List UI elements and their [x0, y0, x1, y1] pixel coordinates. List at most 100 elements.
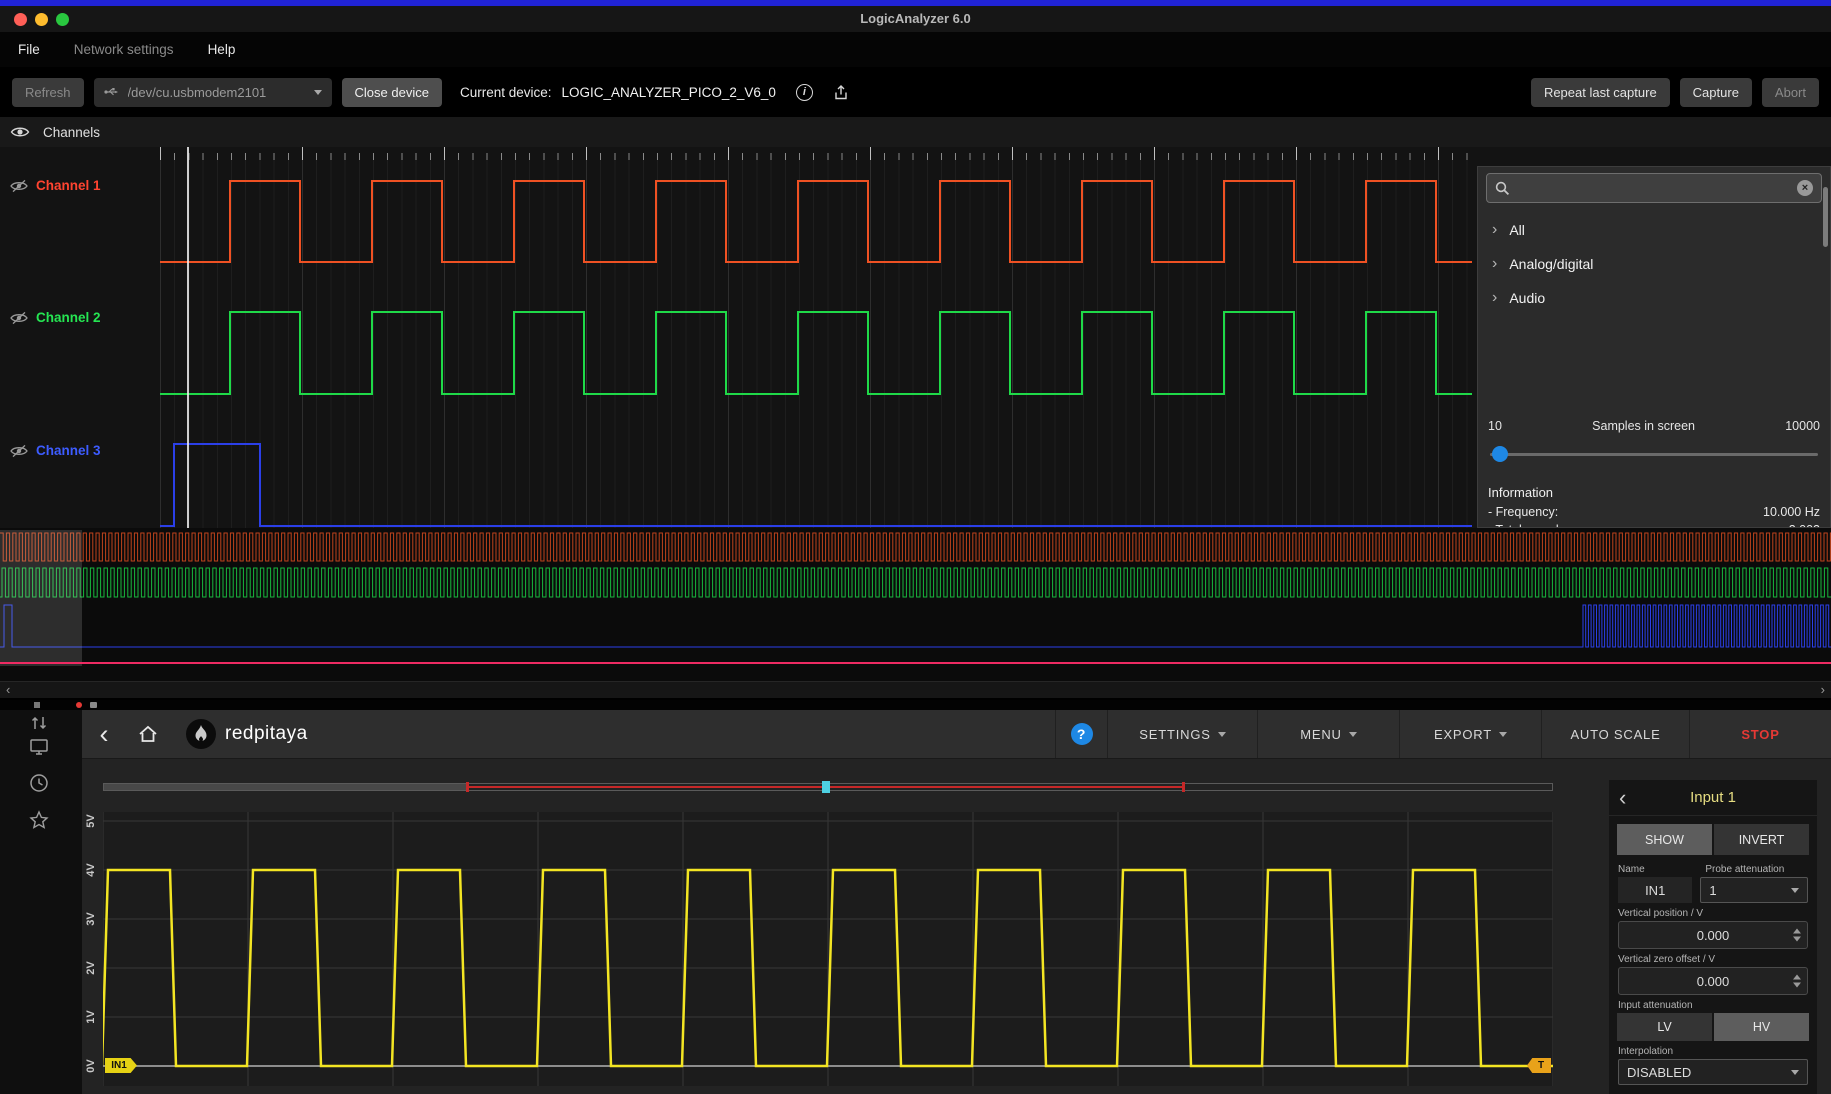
samples-slider-track[interactable]: [1490, 453, 1818, 456]
search-box: ×: [1486, 173, 1822, 203]
help-icon[interactable]: ?: [1071, 723, 1093, 745]
scroll-left-icon[interactable]: ‹: [6, 682, 10, 698]
device-toolbar: Refresh /dev/cu.usbmodem2101 Close devic…: [0, 67, 1831, 117]
probe-attenuation-select[interactable]: 1: [1700, 877, 1808, 903]
group-item-audio[interactable]: › Audio: [1478, 281, 1820, 315]
stepper-icon[interactable]: [1793, 929, 1801, 942]
group-label: Analog/digital: [1509, 256, 1593, 272]
plot-grid: [103, 812, 1553, 1086]
transfer-icon[interactable]: [28, 712, 50, 734]
channels-header: Channels: [0, 117, 1831, 147]
repeat-last-capture-button[interactable]: Repeat last capture: [1531, 78, 1670, 107]
name-value: IN1: [1645, 883, 1665, 898]
menu-network-settings[interactable]: Network settings: [74, 42, 174, 57]
samples-label: Samples in screen: [1592, 419, 1695, 433]
oscilloscope-plot[interactable]: IN1 T: [103, 812, 1553, 1086]
channel2-hide-icon[interactable]: [10, 311, 28, 325]
capture-button[interactable]: Capture: [1680, 78, 1752, 107]
interpolation-select[interactable]: DISABLED: [1618, 1059, 1808, 1085]
usb-icon: [104, 86, 119, 98]
auto-scale-button[interactable]: AUTO SCALE: [1541, 710, 1689, 758]
group-item-all[interactable]: › All: [1478, 213, 1820, 247]
info-label: - Frequency:: [1488, 505, 1558, 519]
vertical-zero-offset-value: 0.000: [1697, 974, 1730, 989]
search-icon: [1495, 181, 1510, 196]
small-icon: [90, 702, 97, 708]
range-cap-left: [466, 782, 469, 792]
panel-scrollbar-thumb[interactable]: [1823, 187, 1828, 247]
minimap-channel1-waveform: [0, 528, 1831, 665]
chevron-down-icon: [1791, 1070, 1799, 1075]
vertical-position-field[interactable]: 0.000: [1618, 921, 1808, 949]
channel-groups-panel: × › All › Analog/digital › Audio: [1477, 166, 1831, 528]
in1-zero-badge[interactable]: IN1: [105, 1058, 137, 1073]
name-label: Name: [1618, 864, 1687, 875]
chevron-down-icon: [1349, 732, 1357, 737]
minimap-view-selection[interactable]: [0, 530, 82, 666]
channel2-label[interactable]: Channel 2: [36, 310, 101, 325]
samples-max: 10000: [1785, 419, 1820, 433]
menubar: File Network settings Help: [0, 32, 1831, 67]
group-item-analog-digital[interactable]: › Analog/digital: [1478, 247, 1820, 281]
time-range-bar[interactable]: [103, 781, 1553, 793]
redpitaya-logo[interactable]: redpitaya: [170, 710, 324, 758]
logo-text: redpitaya: [225, 723, 308, 745]
interpolation-value: DISABLED: [1627, 1065, 1691, 1080]
eye-icon[interactable]: [10, 125, 30, 139]
abort-button[interactable]: Abort: [1762, 78, 1819, 107]
device-port-select[interactable]: /dev/cu.usbmodem2101: [94, 78, 332, 107]
capture-overview-minimap[interactable]: [0, 528, 1831, 681]
chevron-down-icon: [314, 90, 322, 95]
scroll-right-icon[interactable]: ›: [1821, 682, 1825, 698]
vertical-zero-offset-field[interactable]: 0.000: [1618, 967, 1808, 995]
settings-menu[interactable]: SETTINGS: [1107, 710, 1257, 758]
show-button[interactable]: SHOW: [1617, 824, 1712, 855]
input1-settings-panel: ‹ Input 1 SHOW INVERT Name IN1 Probe att…: [1609, 780, 1817, 1094]
waveform-grid: [160, 160, 1472, 528]
back-button[interactable]: ‹: [82, 710, 126, 758]
search-input[interactable]: [1517, 180, 1790, 196]
clear-search-button[interactable]: ×: [1797, 180, 1813, 196]
horizontal-scrollbar[interactable]: ‹ ›: [0, 681, 1831, 698]
sample-cursor[interactable]: [187, 147, 189, 528]
samples-in-screen-row: 10 Samples in screen 10000: [1488, 419, 1820, 433]
stepper-icon[interactable]: [1793, 975, 1801, 988]
channel3-hide-icon[interactable]: [10, 444, 28, 458]
menu-help[interactable]: Help: [208, 42, 236, 57]
vertical-position-value: 0.000: [1697, 928, 1730, 943]
toolbar-spacer: [324, 710, 1055, 758]
hv-button[interactable]: HV: [1714, 1013, 1809, 1041]
upload-icon[interactable]: [833, 84, 849, 101]
stop-button[interactable]: STOP: [1689, 710, 1831, 758]
star-icon[interactable]: [28, 809, 50, 831]
input1-panel-title: Input 1: [1690, 789, 1736, 806]
lv-button[interactable]: LV: [1617, 1013, 1712, 1041]
close-device-button[interactable]: Close device: [342, 78, 442, 107]
waveform-area[interactable]: Channel 1 Channel 2 Channel 3 ×: [0, 147, 1831, 528]
channel1-label[interactable]: Channel 1: [36, 178, 101, 193]
channels-header-label: Channels: [43, 125, 100, 140]
current-device-value: LOGIC_ANALYZER_PICO_2_V6_0: [562, 85, 776, 100]
samples-slider-knob[interactable]: [1492, 446, 1508, 462]
time-ruler: [160, 147, 1472, 160]
refresh-button[interactable]: Refresh: [12, 78, 84, 107]
display-icon[interactable]: [28, 736, 50, 758]
channel1-hide-icon[interactable]: [10, 179, 28, 193]
panel-collapse-chevron[interactable]: ‹: [1619, 780, 1626, 816]
invert-button[interactable]: INVERT: [1714, 824, 1809, 855]
trigger-level-badge[interactable]: T: [1527, 1058, 1551, 1073]
group-label: All: [1509, 222, 1525, 238]
export-menu[interactable]: EXPORT: [1399, 710, 1541, 758]
range-viewed-segment: [104, 784, 466, 790]
menu-dropdown[interactable]: MENU: [1257, 710, 1399, 758]
probe-attenuation-value: 1: [1709, 883, 1716, 898]
probe-attenuation-label: Probe attenuation: [1705, 864, 1808, 875]
help-cell[interactable]: ?: [1055, 710, 1107, 758]
range-trigger-handle[interactable]: [822, 781, 830, 793]
clock-icon[interactable]: [28, 772, 50, 794]
home-button[interactable]: [126, 710, 170, 758]
menu-file[interactable]: File: [18, 42, 40, 57]
channel3-label[interactable]: Channel 3: [36, 443, 101, 458]
info-icon[interactable]: i: [796, 84, 813, 101]
name-field[interactable]: IN1: [1618, 877, 1692, 903]
